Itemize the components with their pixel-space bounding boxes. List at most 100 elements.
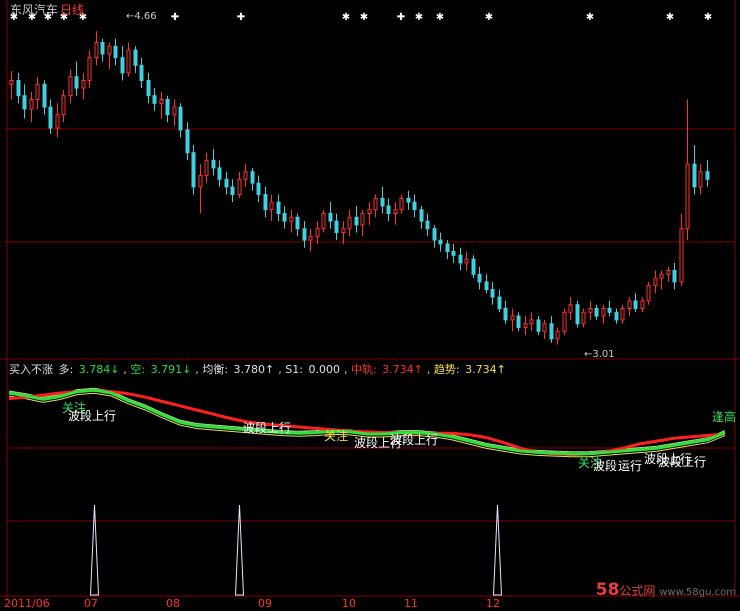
candle-body — [445, 243, 450, 252]
candle-body — [126, 49, 131, 74]
candle-body — [198, 175, 203, 188]
signal-label: 运行 — [618, 459, 643, 473]
candle-body — [705, 171, 710, 180]
candle-body — [133, 49, 138, 66]
candle-body — [159, 99, 164, 104]
candle-body — [94, 42, 99, 59]
indicator-readout: 买入不涨 多: 3.784↓, 空: 3.791↓, 均衡: 3.780↑, S… — [9, 363, 506, 376]
candle-body — [542, 323, 547, 332]
candle-body — [562, 311, 567, 332]
marker-star-icon: ✚ — [171, 12, 179, 23]
marker-star-icon: ✱ — [704, 12, 712, 23]
indicator-item-s1: S1: 0.000 — [285, 363, 340, 376]
watermark: 58公式网 www.58gu.com — [595, 580, 736, 600]
candle-body — [568, 304, 573, 313]
candle-body — [607, 308, 612, 313]
candle-body — [386, 205, 391, 214]
candle-body — [692, 163, 697, 188]
indicator-name: 买入不涨 — [9, 363, 53, 376]
signal-label: 逢高 — [712, 410, 737, 424]
candle-body — [237, 178, 242, 196]
candle-body — [406, 197, 411, 203]
candle-body — [458, 254, 463, 264]
candle-body — [549, 323, 554, 340]
candle-body — [432, 228, 437, 241]
candle-body — [588, 308, 593, 313]
candle-body — [263, 194, 268, 211]
candle-body — [61, 95, 66, 116]
date-label: 10 — [342, 597, 356, 610]
candle-body — [191, 152, 196, 188]
candlestick-series — [9, 31, 710, 345]
candle-body — [68, 76, 73, 97]
high-price-label: ←4.66 — [126, 11, 157, 22]
candle-body — [601, 308, 606, 317]
candle-body — [477, 273, 482, 283]
candle-body — [464, 258, 469, 264]
top-markers: ✱ ✱ ✱ ✱ ✱ ✚ ✚ ✱ ✱ ✚ ✱ ✱ ✱ ✱ ✱ ✱ — [10, 12, 712, 23]
candle-body — [360, 213, 365, 226]
date-label: 08 — [166, 597, 180, 610]
candle-body — [646, 285, 651, 302]
candle-body — [341, 228, 346, 233]
candle-body — [35, 83, 40, 101]
candle-body — [653, 277, 658, 287]
low-price-label: ←3.01 — [584, 349, 615, 360]
candle-body — [380, 197, 385, 207]
candle-body — [672, 270, 677, 283]
candle-body — [425, 220, 430, 230]
date-label: 12 — [486, 597, 500, 610]
candle-body — [633, 300, 638, 309]
candle-body — [484, 281, 489, 290]
candle-body — [373, 197, 378, 211]
candle-body — [354, 216, 359, 226]
candle-body — [152, 95, 157, 104]
candle-body — [16, 80, 21, 97]
signal-label: 波段 — [593, 459, 618, 473]
candle-body — [178, 106, 183, 131]
candle-body — [185, 129, 190, 154]
candle-body — [347, 216, 352, 230]
candle-body — [120, 57, 125, 74]
candle-body — [516, 315, 521, 329]
indicator-item-qushi: 趋势: 3.734↑ — [433, 363, 506, 376]
candle-body — [620, 308, 625, 321]
marker-star-icon: ✱ — [586, 12, 594, 23]
event-spike — [89, 504, 100, 596]
candle-body — [581, 311, 586, 325]
candle-body — [575, 304, 580, 325]
candle-body — [698, 171, 703, 188]
candle-body — [107, 45, 112, 55]
marker-star-icon: ✚ — [397, 12, 405, 23]
candle-body — [217, 167, 222, 180]
candle-body — [113, 45, 118, 59]
candle-body — [282, 213, 287, 222]
candle-body — [139, 64, 144, 82]
indicator-item-junheng: 均衡: 3.780↑ — [202, 363, 275, 376]
candle-body — [419, 209, 424, 222]
candle-body — [536, 319, 541, 332]
candle-body — [42, 83, 47, 108]
candle-body — [289, 216, 294, 222]
marker-star-icon: ✱ — [485, 12, 493, 23]
candle-body — [100, 42, 105, 55]
date-label: 09 — [258, 597, 272, 610]
candle-body — [230, 186, 235, 195]
candle-body — [367, 209, 372, 214]
chart-canvas[interactable]: ✱ ✱ ✱ ✱ ✱ ✚ ✚ ✱ ✱ ✚ ✱ ✱ ✱ ✱ ✱ ✱ — [0, 0, 740, 611]
candle-body — [490, 289, 495, 298]
candle-body — [334, 220, 339, 234]
candle-body — [393, 209, 398, 214]
indicator-item-duo: 多: 3.784↓ — [58, 363, 120, 376]
candle-body — [302, 228, 307, 241]
candle-body — [497, 296, 502, 310]
candle-body — [523, 323, 528, 329]
event-spike — [234, 504, 245, 596]
candle-body — [9, 80, 14, 85]
stock-chart-window: ✱ ✱ ✱ ✱ ✱ ✚ ✚ ✱ ✱ ✚ ✱ ✱ ✱ ✱ ✱ ✱ 东风汽车 日线 ←4.66 ←3.01 买入不涨… — [0, 0, 740, 611]
candle-body — [146, 80, 151, 97]
period-label: 日线 — [60, 3, 85, 17]
marker-star-icon: ✱ — [342, 12, 350, 23]
signal-label: 波段上行 — [68, 409, 117, 423]
indicator-item-kong: 空: 3.791↓ — [130, 363, 192, 376]
